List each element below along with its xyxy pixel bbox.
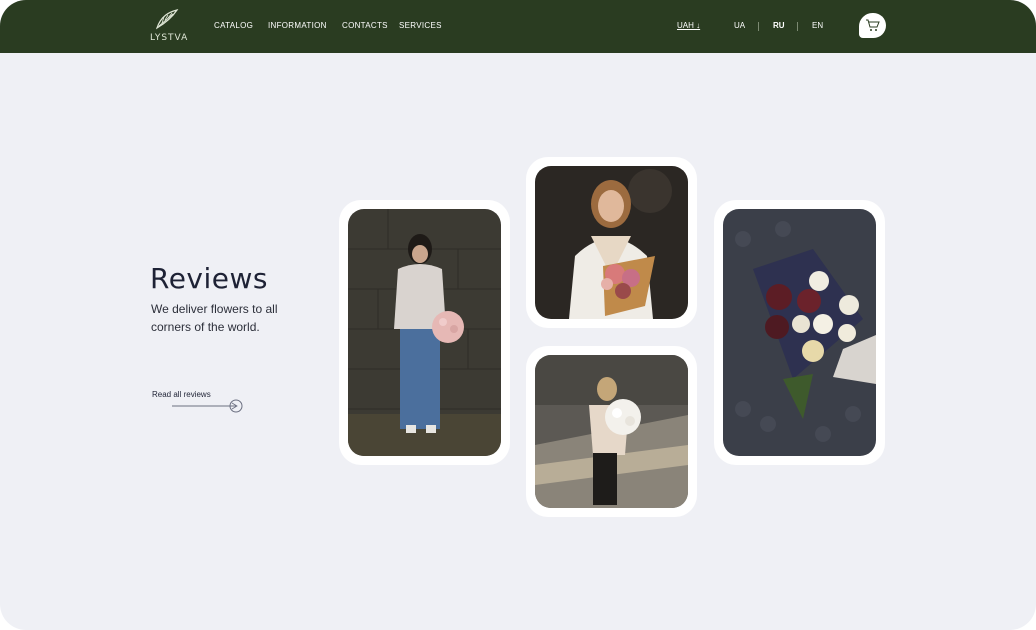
currency-selector[interactable]: UAH ↓ (677, 21, 700, 30)
photo-woman-with-white-bouquet-street (535, 355, 688, 508)
reviews-subtitle: We deliver flowers to all corners of the… (151, 302, 278, 334)
review-card[interactable] (526, 157, 697, 328)
arrow-right-icon[interactable] (172, 397, 246, 415)
review-card[interactable] (526, 346, 697, 517)
lang-en[interactable]: EN (812, 21, 823, 30)
logo-text: LYSTVA (150, 33, 189, 43)
leaf-logo-icon (155, 9, 179, 30)
review-photo (723, 209, 876, 456)
nav-services[interactable]: SERVICES (399, 21, 442, 30)
reviews-title: Reviews (150, 262, 268, 295)
review-card[interactable] (339, 200, 510, 465)
logo[interactable]: LYSTVA (148, 8, 188, 46)
page-frame: LYSTVA CATALOG INFORMATION CONTACTS SERV… (0, 0, 1036, 630)
nav-catalog[interactable]: CATALOG (214, 21, 253, 30)
nav-information[interactable]: INFORMATION (268, 21, 327, 30)
photo-woman-with-bouquet-portrait (535, 166, 688, 319)
lang-ru[interactable]: RU (773, 21, 785, 30)
nav-contacts[interactable]: CONTACTS (342, 21, 388, 30)
cart-icon (866, 19, 880, 31)
lang-divider (797, 22, 798, 31)
lang-divider (758, 22, 759, 31)
review-photo (348, 209, 501, 456)
lang-ua[interactable]: UA (734, 21, 745, 30)
header: LYSTVA CATALOG INFORMATION CONTACTS SERV… (0, 0, 1036, 53)
photo-bouquet-dark-roses (723, 209, 876, 456)
review-photo (535, 355, 688, 508)
review-photo (535, 166, 688, 319)
photo-woman-standing-with-pink-bouquet (348, 209, 501, 456)
review-card[interactable] (714, 200, 885, 465)
cart-button[interactable] (859, 13, 886, 38)
